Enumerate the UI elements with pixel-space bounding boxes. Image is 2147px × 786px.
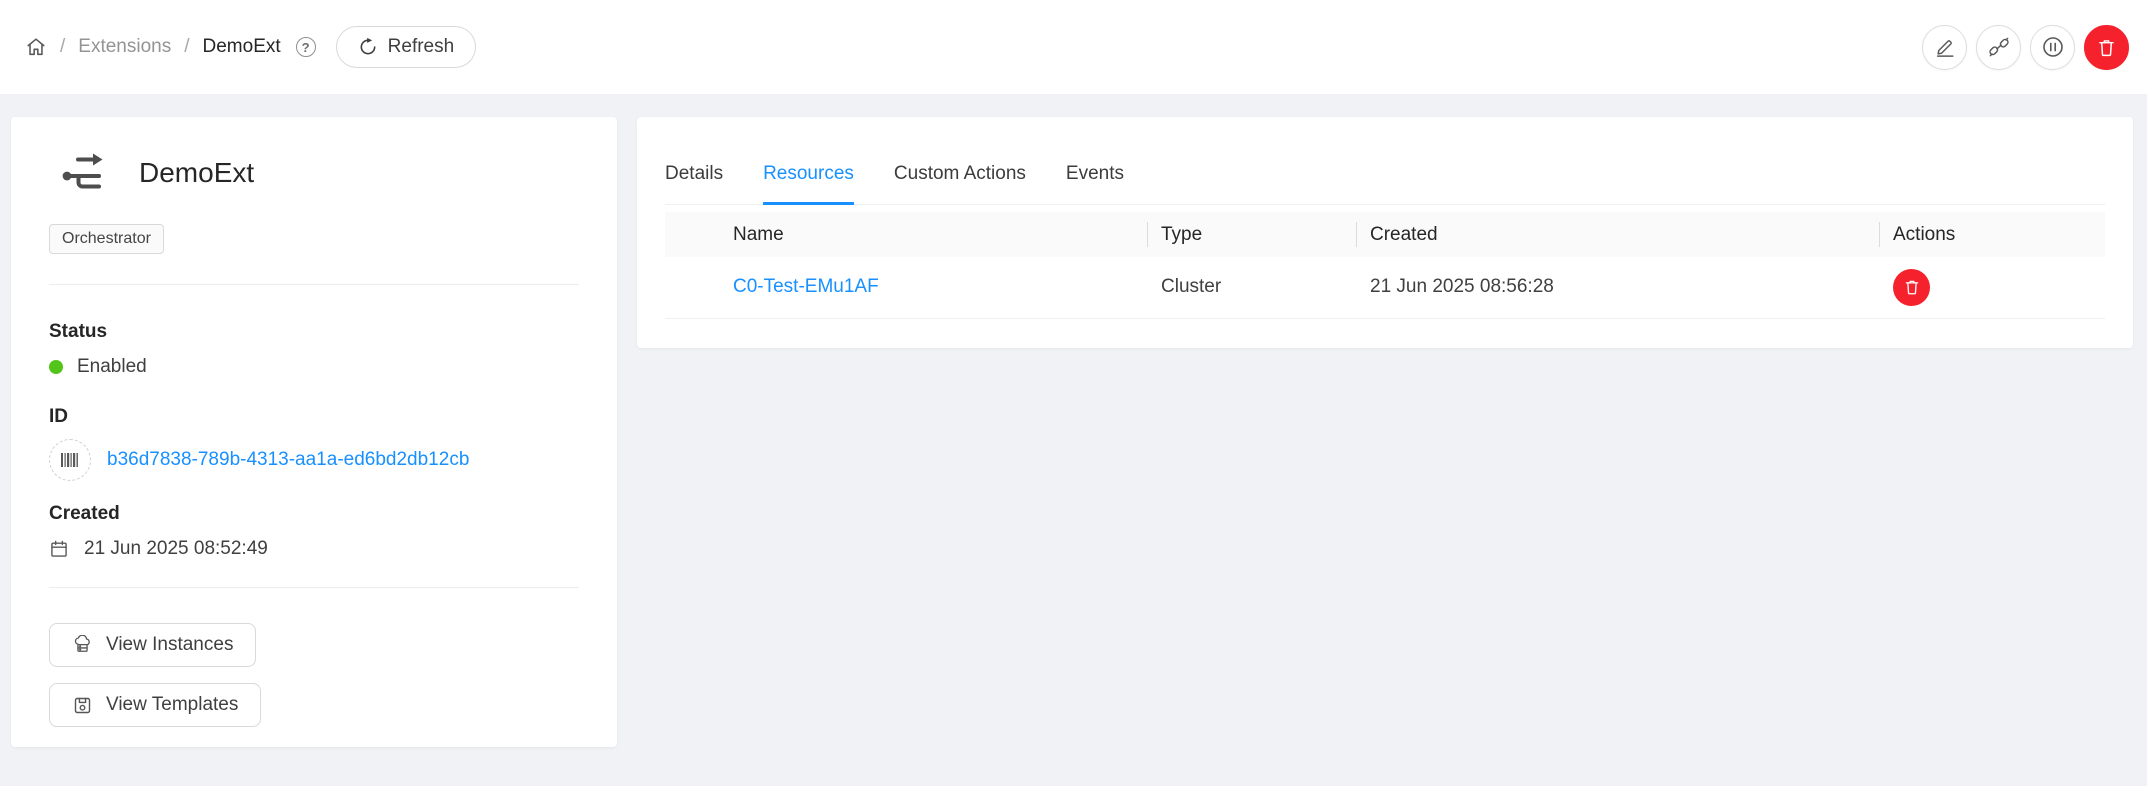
refresh-label: Refresh bbox=[388, 36, 455, 58]
entity-card-actions: View Instances View Templates bbox=[49, 623, 579, 727]
id-value-row: b36d7838-789b-4313-aa1a-ed6bd2db12cb bbox=[49, 439, 579, 481]
api-button[interactable] bbox=[1976, 25, 2021, 70]
table-header-row: Name Type Created Actions bbox=[665, 212, 2105, 257]
created-value: 21 Jun 2025 08:52:49 bbox=[84, 538, 268, 560]
view-templates-button[interactable]: View Templates bbox=[49, 683, 261, 727]
id-section: ID b36d7838-789b-4313-aa1a-ed6bd2db12cb bbox=[49, 406, 579, 481]
created-label: Created bbox=[49, 503, 579, 525]
view-templates-label: View Templates bbox=[106, 694, 238, 716]
created-section: Created 21 Jun 2025 08:52:49 bbox=[49, 503, 579, 560]
tab-resources[interactable]: Resources bbox=[763, 163, 854, 204]
breadcrumb-item-extensions[interactable]: Extensions bbox=[78, 36, 171, 58]
orchestrator-flow-icon bbox=[61, 149, 109, 197]
barcode-icon bbox=[49, 439, 91, 481]
entity-actions bbox=[1922, 25, 2129, 70]
column-header-name: Name bbox=[665, 212, 1147, 257]
id-label: ID bbox=[49, 406, 579, 428]
breadcrumb-separator: / bbox=[60, 36, 65, 58]
save-template-icon bbox=[72, 695, 93, 716]
breadcrumb: / Extensions / DemoExt ? bbox=[25, 36, 316, 58]
cloud-server-icon bbox=[72, 635, 93, 656]
resource-created-cell: 21 Jun 2025 08:56:28 bbox=[1356, 257, 1879, 318]
breadcrumb-area: / Extensions / DemoExt ? Refresh bbox=[25, 26, 476, 68]
calendar-icon bbox=[49, 539, 69, 559]
resources-table: Name Type Created Actions C0-Test-EMu1AF… bbox=[665, 212, 2105, 319]
resource-name-link[interactable]: C0-Test-EMu1AF bbox=[733, 276, 879, 297]
tab-events[interactable]: Events bbox=[1066, 163, 1124, 204]
trash-icon bbox=[1903, 278, 1921, 296]
breadcrumb-item-current: DemoExt bbox=[203, 36, 281, 58]
edit-icon bbox=[1934, 36, 1956, 58]
column-header-actions: Actions bbox=[1879, 212, 2105, 257]
divider bbox=[49, 587, 579, 588]
entity-title: DemoExt bbox=[139, 157, 254, 189]
status-value: Enabled bbox=[77, 356, 147, 378]
tab-details[interactable]: Details bbox=[665, 163, 723, 204]
status-dot-icon bbox=[49, 360, 63, 374]
view-instances-button[interactable]: View Instances bbox=[49, 623, 256, 667]
pause-circle-icon bbox=[2041, 35, 2065, 59]
edit-button[interactable] bbox=[1922, 25, 1967, 70]
view-instances-label: View Instances bbox=[106, 634, 233, 656]
tab-bar: Details Resources Custom Actions Events bbox=[665, 117, 2105, 205]
details-panel: Details Resources Custom Actions Events … bbox=[637, 117, 2133, 348]
entity-summary-card: DemoExt Orchestrator Status Enabled ID bbox=[11, 117, 617, 747]
resource-type-cell: Cluster bbox=[1147, 257, 1356, 318]
api-plug-icon bbox=[1988, 36, 2010, 58]
breadcrumb-separator: / bbox=[184, 36, 189, 58]
table-row: C0-Test-EMu1AF Cluster 21 Jun 2025 08:56… bbox=[665, 257, 2105, 318]
column-header-created: Created bbox=[1356, 212, 1879, 257]
entity-type-tag: Orchestrator bbox=[49, 224, 164, 254]
help-icon[interactable]: ? bbox=[296, 37, 316, 57]
status-label: Status bbox=[49, 321, 579, 343]
entity-id-link[interactable]: b36d7838-789b-4313-aa1a-ed6bd2db12cb bbox=[107, 449, 469, 471]
refresh-button[interactable]: Refresh bbox=[336, 26, 477, 68]
entity-header: DemoExt bbox=[49, 149, 579, 197]
pause-button[interactable] bbox=[2030, 25, 2075, 70]
trash-icon bbox=[2096, 37, 2117, 58]
created-value-row: 21 Jun 2025 08:52:49 bbox=[49, 538, 579, 560]
status-section: Status Enabled bbox=[49, 321, 579, 378]
divider bbox=[49, 284, 579, 285]
top-bar: / Extensions / DemoExt ? Refresh bbox=[0, 0, 2147, 94]
status-value-row: Enabled bbox=[49, 356, 579, 378]
column-header-type: Type bbox=[1147, 212, 1356, 257]
delete-resource-button[interactable] bbox=[1893, 269, 1930, 306]
delete-extension-button[interactable] bbox=[2084, 25, 2129, 70]
refresh-icon bbox=[358, 37, 378, 57]
tab-custom-actions[interactable]: Custom Actions bbox=[894, 163, 1026, 204]
home-icon[interactable] bbox=[25, 36, 47, 58]
